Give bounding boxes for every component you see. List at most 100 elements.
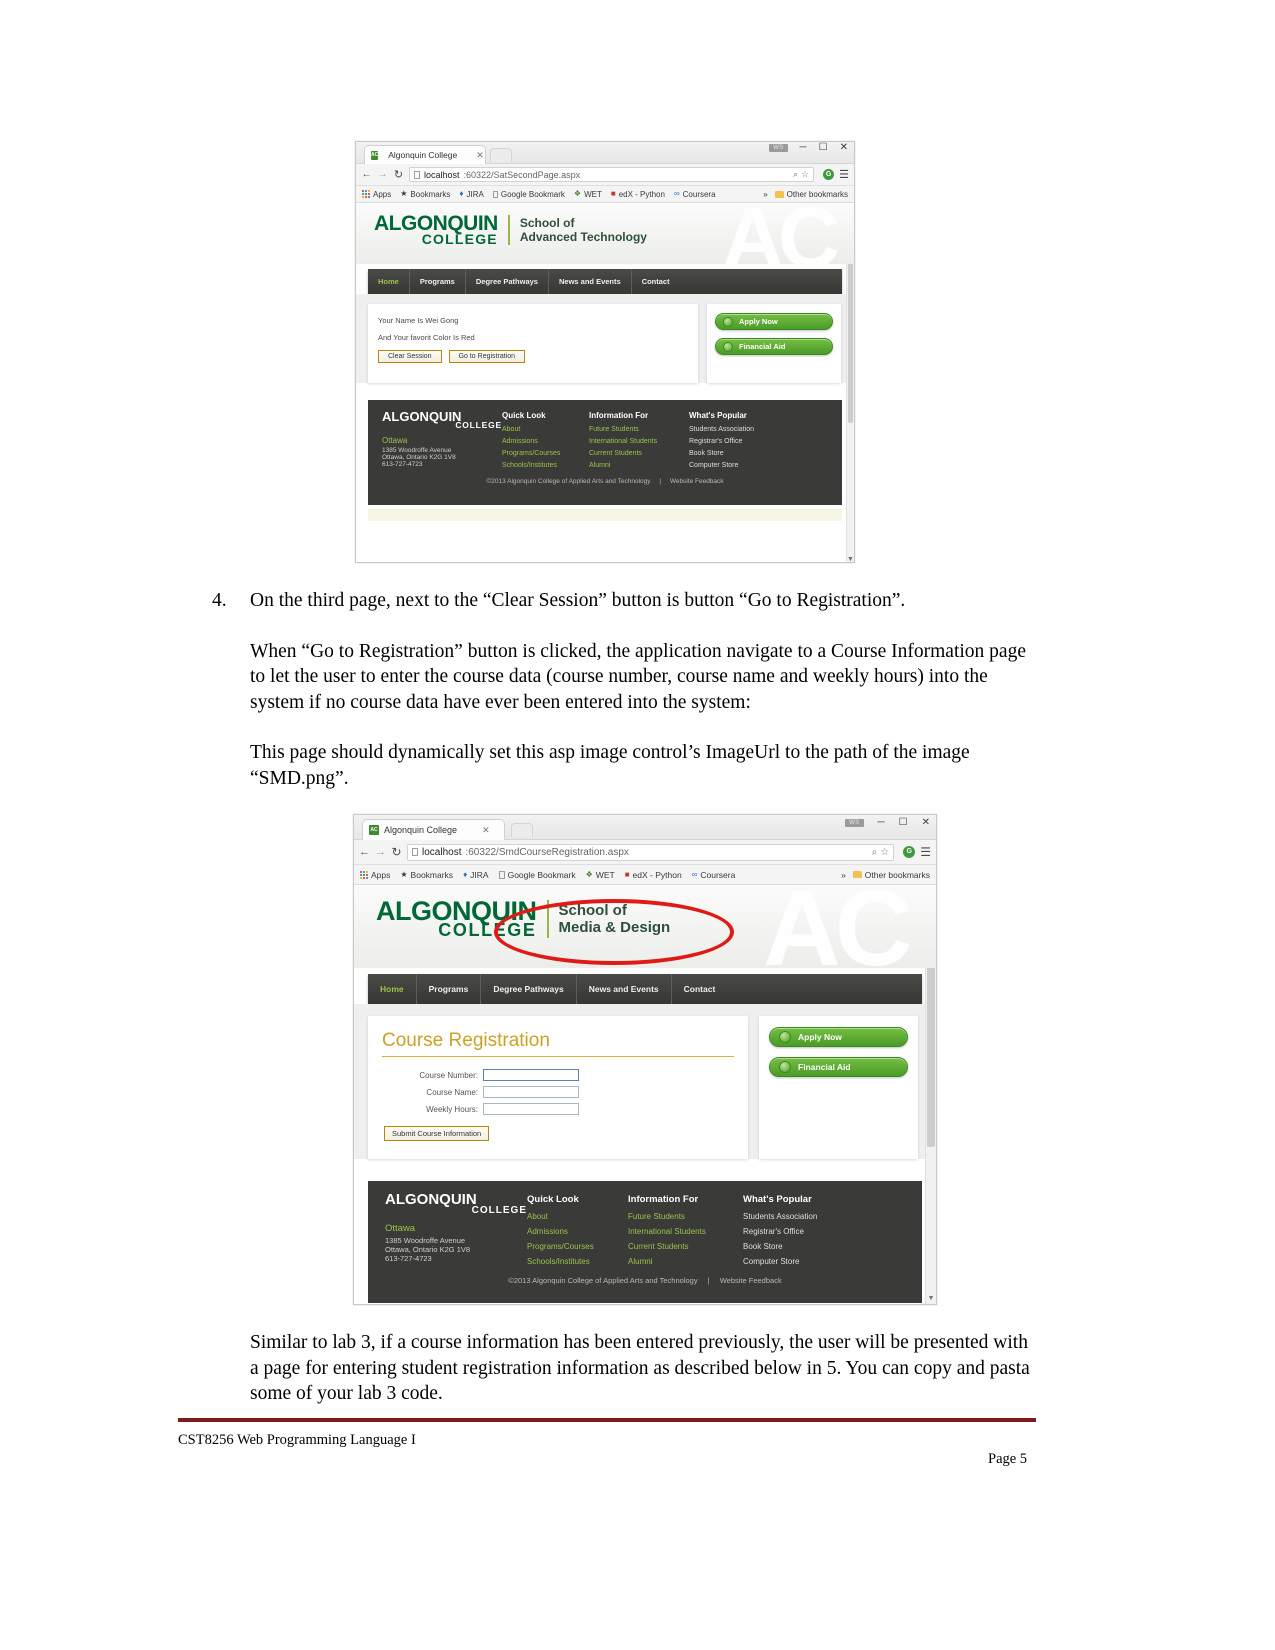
footer-link[interactable]: About xyxy=(527,1212,628,1221)
nav-item-programs[interactable]: Programs xyxy=(410,269,466,294)
nav-item-degree-pathways[interactable]: Degree Pathways xyxy=(481,974,577,1004)
zoom-search-icon[interactable]: ⌕ xyxy=(793,169,798,180)
footer-link[interactable]: Registrar's Office xyxy=(689,438,799,445)
bookmark-google-bookmark[interactable]: Google Bookmark xyxy=(498,870,576,880)
bookmark-star-icon[interactable]: ☆ xyxy=(880,847,889,858)
new-tab-button[interactable] xyxy=(511,823,533,837)
bookmark-apps[interactable]: Apps xyxy=(362,190,391,199)
footer-link[interactable]: Admissions xyxy=(527,1227,628,1236)
footer-feedback-link[interactable]: Website Feedback xyxy=(670,478,724,485)
bookmark-apps[interactable]: Apps xyxy=(360,870,390,880)
tab-close-icon[interactable]: ✕ xyxy=(476,150,484,161)
back-icon[interactable]: ← xyxy=(359,846,370,858)
bookmarks-overflow-icon[interactable]: » xyxy=(841,870,846,880)
site-logo-1[interactable]: ALGONQUIN COLLEGE School of Advanced Tec… xyxy=(374,213,854,246)
back-icon[interactable]: ← xyxy=(361,169,372,180)
forward-icon[interactable]: → xyxy=(377,169,388,180)
footer-link[interactable]: Programs/Courses xyxy=(502,450,589,457)
footer-link[interactable]: Admissions xyxy=(502,438,589,445)
nav-item-home[interactable]: Home xyxy=(368,974,417,1004)
scroll-down-arrow[interactable]: ▼ xyxy=(926,1295,936,1302)
site-logo-2[interactable]: ALGONQUIN COLLEGE School of Media & Desi… xyxy=(376,898,936,940)
bookmarks-overflow-icon[interactable]: » xyxy=(763,190,767,199)
bookmark-coursera[interactable]: ∞ Coursera xyxy=(674,190,716,199)
wet-icon: ❖ xyxy=(573,189,582,198)
course-name-label: Course Name: xyxy=(426,1087,478,1097)
other-bookmarks-folder[interactable]: Other bookmarks xyxy=(774,190,848,199)
footer-link[interactable]: Book Store xyxy=(743,1242,868,1251)
footer-link[interactable]: Alumni xyxy=(628,1257,743,1266)
maximize-button[interactable]: ☐ xyxy=(819,143,828,153)
site-nav-1: Home Programs Degree Pathways News and E… xyxy=(368,269,842,294)
footer-link[interactable]: Students Association xyxy=(689,426,799,433)
forward-icon[interactable]: → xyxy=(375,846,386,858)
address-bar-1[interactable]: localhost:60322/SatSecondPage.aspx ⌕ ☆ xyxy=(409,167,815,182)
weekly-hours-input[interactable] xyxy=(483,1103,579,1115)
nav-item-news-and-events[interactable]: News and Events xyxy=(549,269,632,294)
nav-item-contact[interactable]: Contact xyxy=(632,269,680,294)
footer-link[interactable]: Registrar's Office xyxy=(743,1227,868,1236)
footer-link[interactable]: Schools/Institutes xyxy=(502,462,589,469)
footer-link[interactable]: Programs/Courses xyxy=(527,1242,628,1251)
google-plus-icon[interactable]: G xyxy=(823,169,835,180)
reload-icon[interactable]: ↻ xyxy=(393,168,404,181)
address-bar-2[interactable]: localhost:60322/SmdCourseRegistration.as… xyxy=(407,843,895,861)
footer-link[interactable]: Students Association xyxy=(743,1212,868,1221)
browser-tab-2[interactable]: AC Algonquin College ✕ xyxy=(362,819,505,840)
footer-link[interactable]: Book Store xyxy=(689,450,799,457)
bookmark-edx[interactable]: ■ edX - Python xyxy=(625,870,682,880)
footer-link[interactable]: About xyxy=(502,426,589,433)
bookmark-google-bookmark[interactable]: Google Bookmark xyxy=(492,190,565,199)
footer-link[interactable]: Future Students xyxy=(589,426,689,433)
bookmark-bookmarks[interactable]: ★ Bookmarks xyxy=(400,870,453,880)
close-button[interactable]: ✕ xyxy=(840,143,848,153)
nav-item-news-and-events[interactable]: News and Events xyxy=(577,974,672,1004)
footer-link[interactable]: Current Students xyxy=(589,450,689,457)
submit-course-information-button[interactable]: Submit Course Information xyxy=(384,1126,490,1141)
course-name-input[interactable] xyxy=(483,1086,579,1098)
footer-feedback-link[interactable]: Website Feedback xyxy=(720,1276,782,1285)
footer-link[interactable]: Schools/Institutes xyxy=(527,1257,628,1266)
course-number-input[interactable] xyxy=(483,1069,579,1081)
browser-menu-icon[interactable]: ☰ xyxy=(839,168,849,181)
footer-link[interactable]: Future Students xyxy=(628,1212,743,1221)
bookmark-jira[interactable]: ♦ JIRA xyxy=(463,870,489,880)
browser-tab-1[interactable]: AC Algonquin College ✕ xyxy=(364,145,486,164)
bookmark-edx[interactable]: ■ edX - Python xyxy=(611,190,665,199)
close-button[interactable]: ✕ xyxy=(922,818,930,828)
bookmark-star-icon[interactable]: ☆ xyxy=(801,169,809,180)
bookmark-jira[interactable]: ♦ JIRA xyxy=(459,190,483,199)
browser-menu-icon[interactable]: ☰ xyxy=(920,845,931,859)
bookmark-wet[interactable]: ❖ WET xyxy=(574,190,602,199)
nav-item-contact[interactable]: Contact xyxy=(672,974,728,1004)
footer-link[interactable]: Computer Store xyxy=(743,1257,868,1266)
go-to-registration-button[interactable]: Go to Registration xyxy=(448,350,525,363)
google-plus-icon[interactable]: G xyxy=(903,846,916,858)
bookmark-wet[interactable]: ❖ WET xyxy=(586,870,615,880)
financial-aid-button[interactable]: Financial Aid xyxy=(715,338,833,355)
footer-link[interactable]: Alumni xyxy=(589,462,689,469)
footer-link[interactable]: Current Students xyxy=(628,1242,743,1251)
footer-link[interactable]: International Students xyxy=(589,438,689,445)
nav-item-home[interactable]: Home xyxy=(368,269,410,294)
minimize-button[interactable]: ─ xyxy=(800,143,807,153)
financial-aid-button[interactable]: Financial Aid xyxy=(769,1057,908,1077)
clear-session-button[interactable]: Clear Session xyxy=(378,350,442,363)
bookmark-coursera[interactable]: ∞ Coursera xyxy=(692,870,736,880)
new-tab-button[interactable] xyxy=(490,148,512,162)
footer-link[interactable]: Computer Store xyxy=(689,462,799,469)
other-bookmarks-folder[interactable]: Other bookmarks xyxy=(852,870,930,880)
apply-now-button[interactable]: Apply Now xyxy=(769,1027,908,1047)
maximize-button[interactable]: ☐ xyxy=(899,818,908,828)
zoom-search-icon[interactable]: ⌕ xyxy=(872,847,878,858)
minimize-button[interactable]: ─ xyxy=(878,818,885,828)
reload-icon[interactable]: ↻ xyxy=(391,845,402,859)
document-footer-left: CST8256 Web Programming Language I xyxy=(178,1432,416,1448)
footer-link[interactable]: International Students xyxy=(628,1227,743,1236)
tab-close-icon[interactable]: ✕ xyxy=(482,825,490,836)
bookmark-bookmarks[interactable]: ★ Bookmarks xyxy=(400,190,450,199)
apply-now-button[interactable]: Apply Now xyxy=(715,313,833,330)
nav-item-programs[interactable]: Programs xyxy=(417,974,482,1004)
scroll-down-arrow[interactable]: ▼ xyxy=(847,556,854,562)
nav-item-degree-pathways[interactable]: Degree Pathways xyxy=(466,269,549,294)
